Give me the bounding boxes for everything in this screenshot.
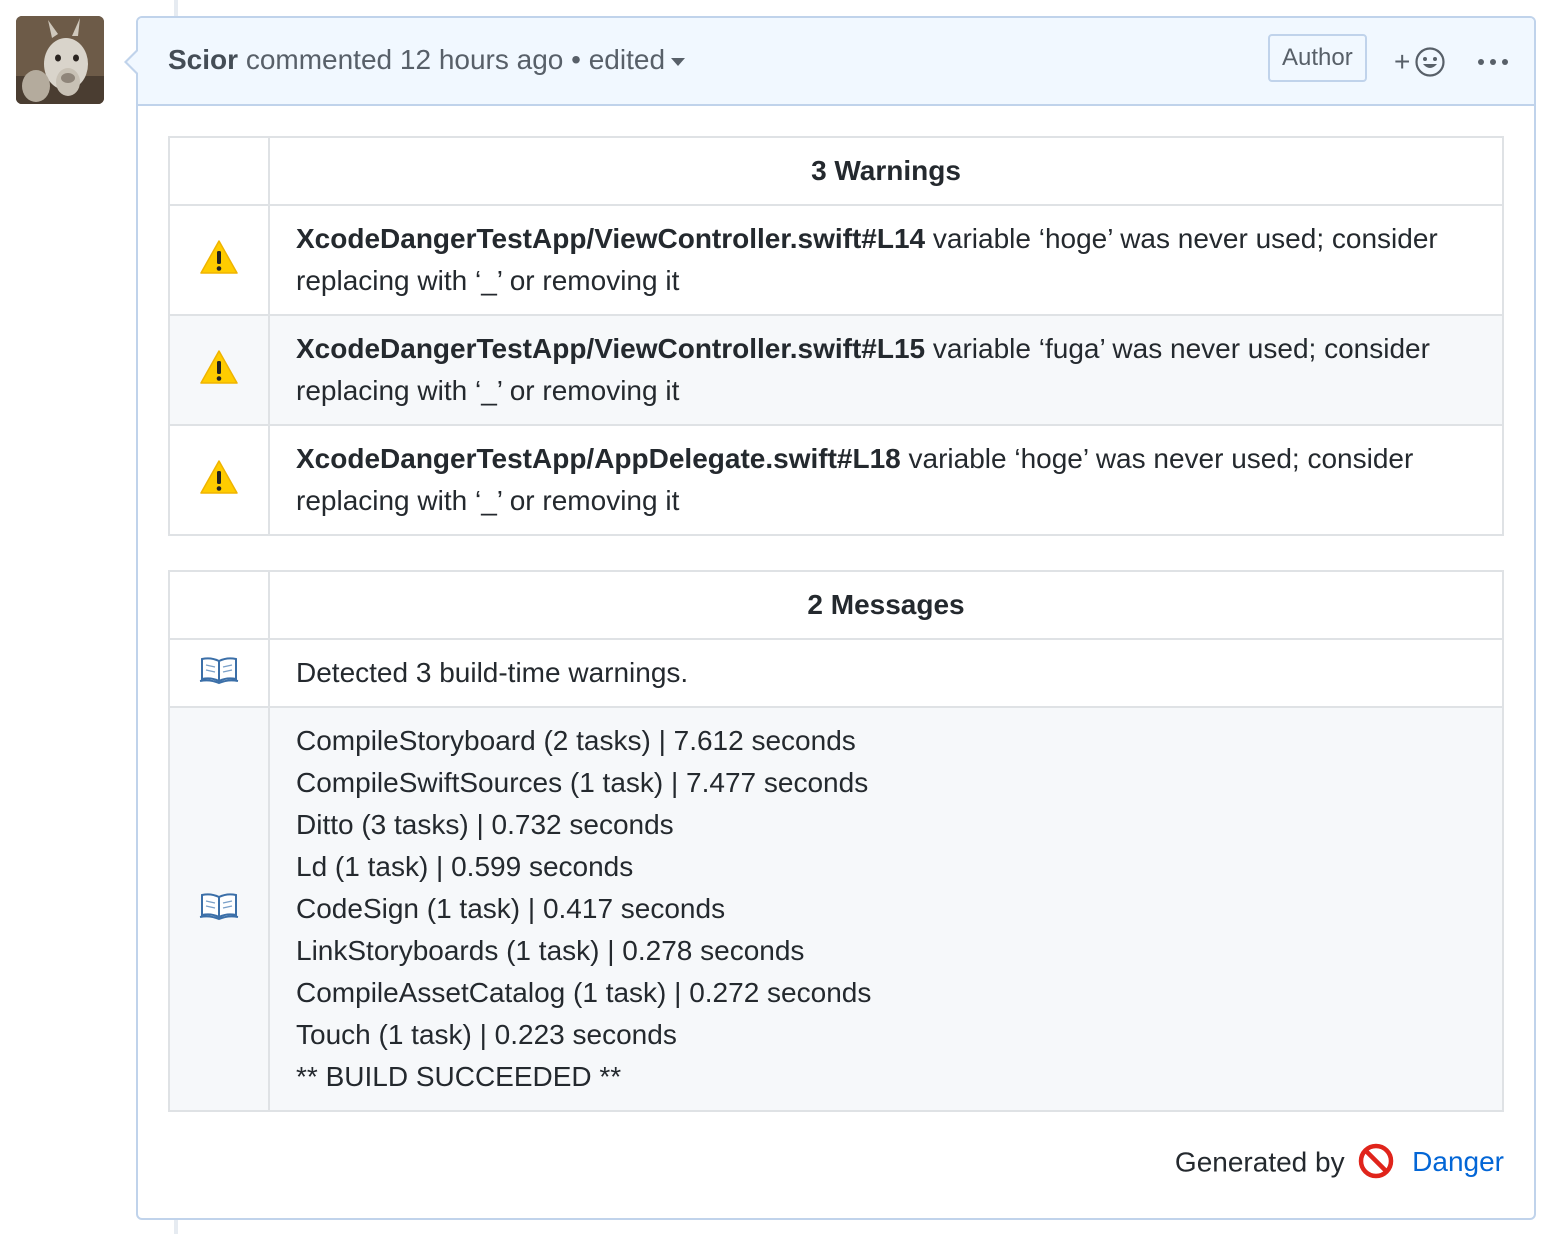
warnings-header: 3 Warnings: [268, 136, 1504, 206]
build-timing-line: Ditto (3 tasks) | 0.732 seconds: [296, 809, 674, 840]
comment-author-link[interactable]: Scior: [168, 44, 238, 75]
comment-body: 3 Warnings XcodeDangerTestApp/ViewContro…: [168, 136, 1504, 1112]
comment-box: Scior commented 12 hours ago • edited Au…: [124, 16, 1536, 1220]
build-timing-line: CodeSign (1 task) | 0.417 seconds: [296, 893, 726, 924]
message-row: CompileStoryboard (2 tasks) | 7.612 seco…: [168, 706, 1504, 1112]
warnings-icon-header: [168, 136, 270, 206]
no-entry-icon: [1359, 1143, 1394, 1179]
generated-by-label: Generated by: [1174, 1146, 1345, 1178]
warning-row: XcodeDangerTestApp/AppDelegate.swift#L18…: [168, 424, 1504, 536]
messages-header: 2 Messages: [268, 570, 1504, 640]
warning-text: XcodeDangerTestApp/ViewController.swift#…: [268, 314, 1504, 426]
warning-text: XcodeDangerTestApp/AppDelegate.swift#L18…: [268, 424, 1504, 536]
comment-options-button[interactable]: [1476, 42, 1510, 82]
build-timing-line: CompileStoryboard (2 tasks) | 7.612 seco…: [296, 725, 856, 756]
meta-separator: •: [571, 44, 581, 75]
avatar[interactable]: [16, 16, 104, 104]
build-timing-line: LinkStoryboards (1 task) | 0.278 seconds: [296, 935, 805, 966]
warning-icon: [200, 239, 238, 274]
warning-row: XcodeDangerTestApp/ViewController.swift#…: [168, 314, 1504, 426]
warning-text: XcodeDangerTestApp/ViewController.swift#…: [268, 204, 1504, 316]
edited-label: edited: [588, 44, 666, 75]
caret-down-icon: [671, 57, 686, 66]
messages-icon-header: [168, 570, 270, 640]
build-timing-line: CompileAssetCatalog (1 task) | 0.272 sec…: [296, 977, 872, 1008]
build-timing-line: CompileSwiftSources (1 task) | 7.477 sec…: [296, 767, 869, 798]
message-icon-cell: [168, 638, 270, 708]
warnings-table: 3 Warnings XcodeDangerTestApp/ViewContro…: [168, 136, 1504, 536]
build-status-line: ** BUILD SUCCEEDED **: [296, 1061, 622, 1092]
avatar-llama-image: [16, 16, 104, 104]
warning-file: XcodeDangerTestApp/ViewController.swift#…: [296, 333, 926, 364]
warning-file: XcodeDangerTestApp/AppDelegate.swift#L18: [296, 443, 901, 474]
danger-link[interactable]: Danger: [1412, 1146, 1504, 1177]
warning-file: XcodeDangerTestApp/ViewController.swift#…: [296, 223, 926, 254]
warning-row: XcodeDangerTestApp/ViewController.swift#…: [168, 204, 1504, 316]
comment-meta: Scior commented 12 hours ago • edited: [168, 44, 686, 76]
warning-icon: [200, 459, 238, 494]
add-reaction-button[interactable]: +: [1394, 42, 1454, 82]
build-timing-line: Touch (1 task) | 0.223 seconds: [296, 1019, 677, 1050]
messages-table: 2 Messages Detected 3 build-time warning…: [168, 570, 1504, 1112]
open-book-icon: [199, 656, 239, 684]
author-badge: Author: [1268, 34, 1367, 82]
message-text: Detected 3 build-time warnings.: [268, 638, 1504, 708]
warning-icon-cell: [168, 204, 270, 316]
kebab-horizontal-icon: [1478, 59, 1508, 65]
smiley-icon: [1415, 47, 1445, 77]
comment-timestamp-link[interactable]: 12 hours ago: [400, 44, 563, 75]
warning-icon-cell: [168, 314, 270, 426]
warning-icon-cell: [168, 424, 270, 536]
generated-by-footer: Generated by Danger: [1174, 1143, 1504, 1182]
edited-dropdown[interactable]: edited: [588, 44, 686, 75]
comment-action: commented: [245, 44, 393, 75]
plus-icon: +: [1394, 46, 1411, 77]
message-icon-cell: [168, 706, 270, 1112]
open-book-icon: [199, 892, 239, 920]
warning-icon: [200, 349, 238, 384]
build-timing-text: CompileStoryboard (2 tasks) | 7.612 seco…: [268, 706, 1504, 1112]
comment-header: Scior commented 12 hours ago • edited Au…: [138, 18, 1534, 106]
build-timing-line: Ld (1 task) | 0.599 seconds: [296, 851, 634, 882]
message-row: Detected 3 build-time warnings.: [168, 638, 1504, 708]
